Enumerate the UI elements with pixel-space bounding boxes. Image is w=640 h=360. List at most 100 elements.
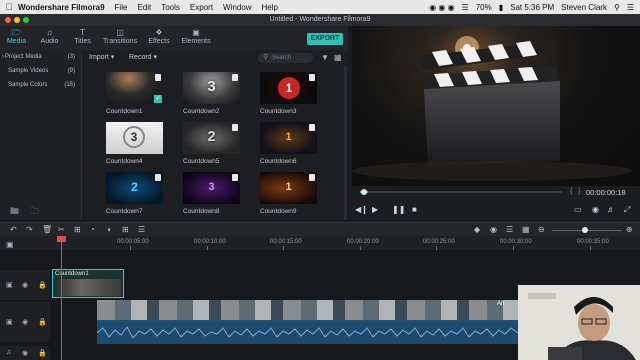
menu-edit[interactable]: Edit bbox=[137, 3, 151, 12]
audio-mix-icon[interactable]: ⊞ bbox=[122, 225, 129, 234]
battery-label[interactable]: 70% bbox=[476, 3, 492, 12]
timeline-playhead[interactable] bbox=[61, 237, 62, 360]
zoom-in-icon[interactable]: ⊕ bbox=[626, 225, 633, 234]
eye-icon[interactable]: ◉ bbox=[22, 318, 28, 326]
playback-scrubber[interactable] bbox=[361, 189, 367, 195]
cut-icon[interactable]: ✂ bbox=[58, 225, 65, 234]
playhead-handle[interactable] bbox=[57, 236, 66, 242]
sidebar-item-project-media[interactable]: › Project Media (3) bbox=[0, 50, 81, 64]
menu-file[interactable]: File bbox=[115, 3, 128, 12]
lock-icon[interactable]: 🔒 bbox=[38, 349, 47, 357]
menu-export[interactable]: Export bbox=[190, 3, 213, 12]
tab-media[interactable]: 🗁 Media bbox=[0, 26, 33, 50]
lock-icon[interactable]: 🔒 bbox=[38, 281, 47, 289]
export-button[interactable]: EXPORT bbox=[307, 33, 343, 45]
zoom-slider-handle[interactable] bbox=[582, 227, 588, 233]
media-thumbnail[interactable]: 1 bbox=[260, 172, 317, 204]
color-icon[interactable]: ◑ bbox=[106, 225, 111, 234]
category-tabs: 🗁 Media ♫ Audio T Titles ◫ Transitions ❖ Effe… bbox=[0, 26, 348, 50]
crop-icon[interactable]: ⊞ bbox=[74, 225, 81, 234]
import-dropdown[interactable]: Import ▾ bbox=[89, 53, 114, 61]
search-icon[interactable]: ⚲ bbox=[614, 3, 620, 12]
filter-icon[interactable]: ▼ bbox=[321, 53, 329, 62]
wifi-icon[interactable]: ☰ bbox=[462, 3, 469, 12]
zoom-out-icon[interactable]: ⊖ bbox=[538, 225, 545, 234]
fullscreen-icon[interactable]: ⤢ bbox=[624, 205, 630, 215]
media-label: Countdown3 bbox=[260, 108, 297, 115]
voiceover-icon[interactable]: ☰ bbox=[506, 225, 513, 234]
redo-icon[interactable]: ↷ bbox=[26, 225, 33, 234]
play-icon[interactable]: ▶ bbox=[372, 205, 378, 214]
player-controls: { } 00:00:00:18 ◀❙ ▶ ❚❚ ■ ▭ ◉ ♬ ⤢ bbox=[352, 186, 640, 220]
media-thumbnail[interactable]: 1 bbox=[260, 122, 317, 154]
split-icon[interactable]: ☰ bbox=[138, 225, 145, 234]
user-name[interactable]: Steven Clark bbox=[561, 3, 607, 12]
lock-icon[interactable]: 🔒 bbox=[38, 318, 47, 326]
timeline-ruler[interactable]: 00:00:05:00 00:00:10:00 00:00:15:00 00:00:2… bbox=[0, 236, 640, 250]
menu-window[interactable]: Window bbox=[223, 3, 251, 12]
more-options-icon[interactable] bbox=[309, 174, 315, 181]
stop-icon[interactable]: ■ bbox=[412, 205, 417, 214]
media-thumbnail[interactable]: 1 bbox=[260, 72, 317, 104]
mixer-icon[interactable]: ▦ bbox=[522, 225, 530, 234]
bracket-right-icon[interactable]: } bbox=[578, 188, 580, 195]
eye-icon[interactable]: ◉ bbox=[22, 281, 28, 289]
playback-track[interactable] bbox=[360, 191, 562, 193]
menu-help[interactable]: Help bbox=[262, 3, 278, 12]
more-options-icon[interactable] bbox=[232, 74, 238, 81]
more-options-icon[interactable] bbox=[232, 124, 238, 131]
status-icons[interactable]: ◉ ◉ ◉ bbox=[429, 3, 454, 12]
prev-frame-icon[interactable]: ◀❙ bbox=[355, 205, 368, 214]
more-options-icon[interactable] bbox=[155, 174, 161, 181]
minimize-window-button[interactable] bbox=[14, 17, 20, 23]
more-options-icon[interactable] bbox=[309, 124, 315, 131]
pause-icon[interactable]: ❚❚ bbox=[392, 205, 405, 214]
media-scrollbar[interactable] bbox=[344, 66, 347, 220]
media-thumbnail[interactable]: 3 bbox=[106, 122, 163, 154]
timeline-clip-countdown[interactable]: Countdown1 bbox=[52, 269, 124, 298]
tab-transitions[interactable]: ◫ Transitions bbox=[99, 26, 141, 50]
bracket-left-icon[interactable]: { bbox=[570, 188, 572, 195]
track-header-audio: ♫ ◉ 🔒 bbox=[0, 346, 50, 360]
add-track-icon[interactable]: ▣ bbox=[6, 240, 14, 249]
media-thumbnail[interactable]: 2 bbox=[106, 172, 163, 204]
more-options-icon[interactable] bbox=[232, 174, 238, 181]
more-options-icon[interactable] bbox=[155, 124, 161, 131]
tab-titles[interactable]: T Titles bbox=[66, 26, 99, 50]
sidebar-item-sample-colors[interactable]: Sample Colors (15) bbox=[0, 78, 81, 92]
more-options-icon[interactable] bbox=[155, 74, 161, 81]
tab-effects[interactable]: ❖ Effects bbox=[141, 26, 177, 50]
app-menu[interactable]: Wondershare Filmora9 bbox=[18, 3, 105, 12]
new-folder-icon[interactable]: 🖿 bbox=[10, 204, 19, 220]
media-thumbnail[interactable]: ✓ bbox=[106, 72, 163, 104]
more-options-icon[interactable] bbox=[309, 74, 315, 81]
menu-tools[interactable]: Tools bbox=[161, 3, 180, 12]
shield-icon[interactable]: ◆ bbox=[474, 225, 480, 234]
clock[interactable]: Sat 5:36 PM bbox=[510, 3, 554, 12]
grid-view-icon[interactable]: ▦ bbox=[334, 53, 342, 62]
close-window-button[interactable] bbox=[5, 17, 11, 23]
apple-icon[interactable]:  bbox=[0, 2, 18, 12]
timeline-toolbar: ↶ ↷ 🗑 ✂ ⊞ ◔ ◑ ⊞ ☰ ◆ ◉ ☰ ▦ ⊖ ⊕ bbox=[0, 222, 640, 236]
display-settings-icon[interactable]: ▭ bbox=[574, 205, 582, 214]
snapshot-icon[interactable]: ◉ bbox=[592, 205, 599, 214]
record-dropdown[interactable]: Record ▾ bbox=[129, 53, 157, 61]
speed-icon[interactable]: ◔ bbox=[90, 225, 95, 234]
undo-icon[interactable]: ↶ bbox=[10, 225, 17, 234]
mic-icon[interactable]: ◉ bbox=[490, 225, 497, 234]
zoom-window-button[interactable] bbox=[23, 17, 29, 23]
timeline-clip-video[interactable]: An bbox=[97, 300, 518, 344]
media-thumbnail[interactable]: 2 bbox=[183, 122, 240, 154]
add-folder-icon[interactable]: 🗀 bbox=[30, 204, 39, 220]
delete-icon[interactable]: 🗑 bbox=[42, 225, 52, 234]
sidebar-item-sample-videos[interactable]: Sample Videos (9) bbox=[0, 64, 81, 78]
mute-icon[interactable]: ◉ bbox=[22, 349, 28, 357]
tab-audio[interactable]: ♫ Audio bbox=[33, 26, 66, 50]
tab-elements[interactable]: ▣ Elements bbox=[177, 26, 215, 50]
media-label: Countdown1 bbox=[106, 108, 143, 115]
media-thumbnail[interactable]: 3 bbox=[183, 172, 240, 204]
volume-icon[interactable]: ♬ bbox=[607, 205, 615, 214]
menu-list-icon[interactable]: ☰ bbox=[627, 3, 634, 12]
media-thumbnail[interactable]: 3 bbox=[183, 72, 240, 104]
battery-icon[interactable]: ▮ bbox=[499, 3, 503, 12]
